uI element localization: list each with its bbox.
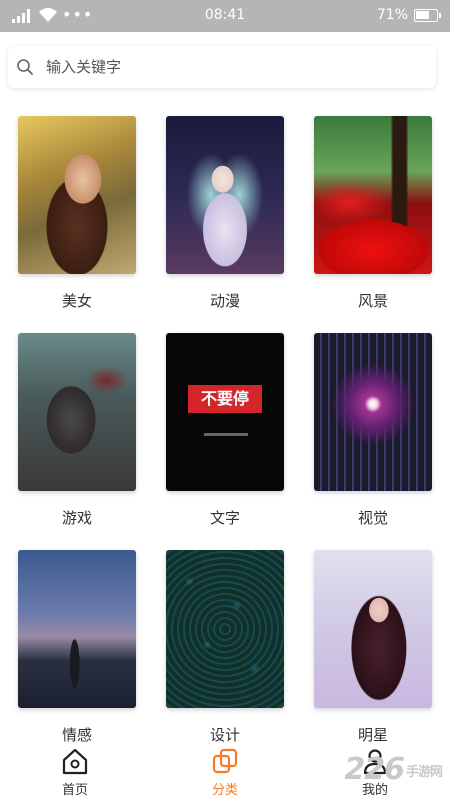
home-icon bbox=[62, 748, 88, 775]
category-thumbnail[interactable] bbox=[18, 116, 136, 274]
category-label[interactable]: 动漫 bbox=[166, 290, 284, 311]
search-icon bbox=[17, 59, 33, 75]
nav-item-home[interactable]: 首页 bbox=[35, 746, 115, 798]
category-card-visual[interactable] bbox=[314, 333, 432, 491]
category-label[interactable]: 风景 bbox=[314, 290, 432, 311]
category-thumbnail[interactable] bbox=[314, 116, 432, 274]
nav-label: 分类 bbox=[211, 783, 238, 798]
category-card-emotion[interactable] bbox=[18, 550, 136, 708]
site-watermark: 226 手游网 bbox=[344, 752, 443, 787]
battery-icon bbox=[414, 9, 441, 22]
category-label[interactable]: 美女 bbox=[18, 290, 136, 311]
category-thumbnail[interactable] bbox=[166, 550, 284, 708]
watermark-number: 226 bbox=[344, 752, 405, 787]
nav-item-category[interactable]: 分类 bbox=[185, 746, 265, 798]
category-label[interactable]: 游戏 bbox=[18, 507, 136, 528]
category-icon bbox=[212, 748, 238, 774]
thumbnail-subtext-line bbox=[204, 433, 248, 436]
category-card-game[interactable] bbox=[18, 333, 136, 491]
category-thumbnail[interactable] bbox=[166, 116, 284, 274]
category-card-anime[interactable] bbox=[166, 116, 284, 274]
category-thumbnail[interactable] bbox=[18, 550, 136, 708]
category-card-text[interactable]: 不要停 bbox=[166, 333, 284, 491]
category-thumbnail[interactable] bbox=[314, 333, 432, 491]
category-card-beauty[interactable] bbox=[18, 116, 136, 274]
watermark-suffix: 手游网 bbox=[405, 765, 443, 780]
category-card-star[interactable] bbox=[314, 550, 432, 708]
category-thumbnail[interactable] bbox=[18, 333, 136, 491]
category-label[interactable]: 视觉 bbox=[314, 507, 432, 528]
category-thumbnail[interactable]: 不要停 bbox=[166, 333, 284, 491]
battery-percent: 71% bbox=[376, 7, 408, 23]
search-input[interactable] bbox=[46, 46, 426, 88]
battery-fill bbox=[416, 11, 429, 19]
category-card-design[interactable] bbox=[166, 550, 284, 708]
category-label[interactable]: 文字 bbox=[166, 507, 284, 528]
nav-label: 首页 bbox=[61, 783, 88, 798]
search-bar[interactable] bbox=[8, 46, 436, 88]
category-thumbnail[interactable] bbox=[314, 550, 432, 708]
status-bar: ••• 08:41 71% bbox=[0, 0, 450, 32]
thumbnail-text-tag: 不要停 bbox=[188, 385, 262, 413]
category-card-scenery[interactable] bbox=[314, 116, 432, 274]
